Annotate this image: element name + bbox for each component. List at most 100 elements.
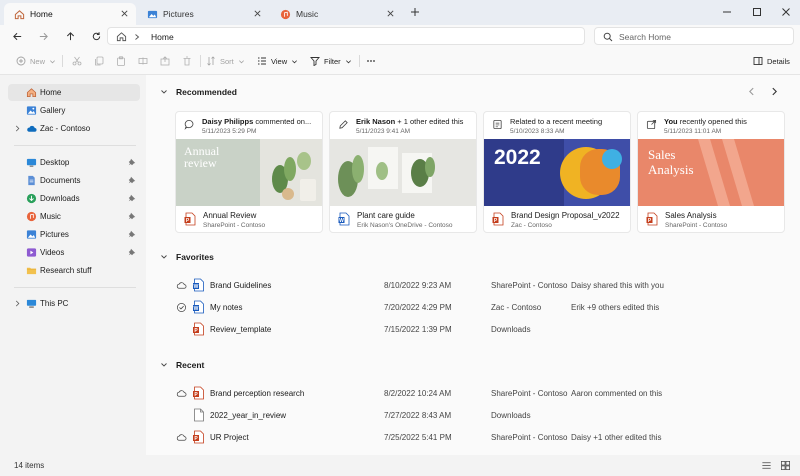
- file-location: SharePoint - Contoso: [491, 433, 568, 442]
- sidebar-item-desktop[interactable]: Desktop: [8, 154, 140, 171]
- tab-music[interactable]: Music: [270, 3, 402, 25]
- chevron-right-icon[interactable]: [14, 125, 21, 132]
- breadcrumb[interactable]: Home: [151, 32, 174, 42]
- pin-icon[interactable]: [128, 230, 136, 238]
- chevron-down-icon: [161, 90, 167, 94]
- pin-icon[interactable]: [128, 194, 136, 202]
- sidebar-item-label: Desktop: [40, 158, 70, 167]
- pin-icon[interactable]: [128, 158, 136, 166]
- file-date: 7/25/2022 5:41 PM: [384, 433, 452, 442]
- videos-icon: [26, 248, 37, 257]
- recommended-header[interactable]: Recommended: [160, 85, 237, 99]
- list-item[interactable]: P Brand perception research 8/2/2022 10:…: [156, 383, 796, 403]
- card-thumbnail: Sales Analysis: [638, 139, 784, 206]
- more-options-button[interactable]: [366, 54, 380, 68]
- arrow-up-icon: [66, 31, 74, 40]
- file-activity: Daisy shared this with you: [571, 281, 664, 290]
- file-date: 7/27/2022 8:43 AM: [384, 411, 452, 420]
- tiles-view-icon[interactable]: [780, 460, 791, 471]
- card-activity-text: commented on...: [253, 117, 312, 126]
- new-button[interactable]: New: [16, 54, 56, 68]
- sidebar-item-videos[interactable]: Videos: [8, 244, 140, 261]
- cut-button[interactable]: [72, 54, 86, 68]
- sidebar-item-zac-contoso[interactable]: Zac - Contoso: [8, 120, 140, 137]
- back-button[interactable]: [10, 29, 24, 43]
- list-item[interactable]: P Review_template 7/15/2022 1:39 PM Down…: [156, 319, 796, 339]
- sidebar-item-this-pc[interactable]: This PC: [8, 295, 140, 312]
- paste-button[interactable]: [116, 54, 130, 68]
- delete-button[interactable]: [182, 54, 196, 68]
- file-location: Zac - Contoso: [491, 303, 542, 312]
- chevron-right-icon[interactable]: [14, 300, 21, 307]
- sidebar-item-research-stuff[interactable]: Research stuff: [8, 262, 140, 279]
- minimize-button[interactable]: [720, 5, 734, 19]
- copy-button[interactable]: [94, 54, 108, 68]
- svg-text:W: W: [339, 218, 344, 224]
- recommended-card[interactable]: You recently opened this 5/11/2023 11:01…: [637, 111, 785, 233]
- file-name: UR Project: [210, 433, 249, 442]
- up-button[interactable]: [63, 29, 77, 43]
- sort-button[interactable]: Sort: [206, 54, 245, 68]
- sidebar-item-home[interactable]: Home: [8, 84, 140, 101]
- pin-icon[interactable]: [128, 248, 136, 256]
- chevron-down-icon: [345, 59, 351, 63]
- chevron-right-icon[interactable]: [770, 87, 779, 96]
- close-icon[interactable]: [386, 9, 395, 18]
- list-item[interactable]: W My notes 7/20/2022 4:29 PM Zac - Conto…: [156, 297, 796, 317]
- sidebar-item-gallery[interactable]: Gallery: [8, 102, 140, 119]
- card-thumbnail: Annual review: [176, 139, 322, 206]
- card-date: 5/11/2023 5:29 PM: [202, 128, 257, 135]
- refresh-button[interactable]: [89, 29, 103, 43]
- file-location: Downloads: [491, 325, 531, 334]
- address-bar[interactable]: Home: [107, 27, 585, 45]
- sidebar-item-downloads[interactable]: Downloads: [8, 190, 140, 207]
- close-icon[interactable]: [253, 9, 262, 18]
- filter-button[interactable]: Filter: [310, 54, 352, 68]
- tab-pictures[interactable]: Pictures: [137, 3, 269, 25]
- card-thumbnail: 2022: [484, 139, 630, 206]
- tab-label: Pictures: [163, 9, 194, 19]
- sidebar-item-music[interactable]: Music: [8, 208, 140, 225]
- view-label: View: [271, 56, 288, 66]
- recent-header[interactable]: Recent: [160, 358, 204, 372]
- card-location: SharePoint - Contoso: [665, 222, 728, 229]
- navigation-bar: Home Search Home: [0, 25, 800, 47]
- main-content: Recommended Daisy Philipps commented on.…: [146, 75, 800, 455]
- sidebar-item-pictures[interactable]: Pictures: [8, 226, 140, 243]
- powerpoint-file-icon: P: [193, 386, 204, 400]
- card-actor: Erik Nason: [356, 117, 396, 126]
- recommended-card[interactable]: Related to a recent meeting 5/10/2023 8:…: [483, 111, 631, 233]
- forward-button[interactable]: [36, 29, 50, 43]
- card-activity-text: recently opened this: [677, 117, 747, 126]
- list-item[interactable]: P UR Project 7/25/2022 5:41 PM SharePoin…: [156, 427, 796, 447]
- sidebar-item-documents[interactable]: Documents: [8, 172, 140, 189]
- chevron-down-icon: [50, 59, 55, 63]
- trash-icon: [183, 56, 191, 66]
- maximize-button[interactable]: [750, 5, 764, 19]
- pin-icon[interactable]: [128, 176, 136, 184]
- list-item[interactable]: W Brand Guidelines 8/10/2022 9:23 AM Sha…: [156, 275, 796, 295]
- list-item[interactable]: 2022_year_in_review 7/27/2022 8:43 AM Do…: [156, 405, 796, 425]
- more-icon: [367, 60, 375, 62]
- divider: [62, 55, 63, 67]
- chevron-left-icon[interactable]: [747, 87, 756, 96]
- rename-button[interactable]: [138, 54, 152, 68]
- new-tab-button[interactable]: [408, 5, 422, 19]
- item-count: 14 items: [14, 461, 45, 470]
- file-activity: Erik +9 others edited this: [571, 303, 660, 312]
- favorites-header[interactable]: Favorites: [160, 250, 214, 264]
- view-icon: [258, 57, 266, 65]
- tab-home[interactable]: Home: [4, 3, 136, 25]
- search-input[interactable]: Search Home: [619, 32, 671, 42]
- recommended-card[interactable]: Daisy Philipps commented on... 5/11/2023…: [175, 111, 323, 233]
- pin-icon[interactable]: [128, 212, 136, 220]
- details-view-icon[interactable]: [761, 460, 772, 471]
- share-button[interactable]: [160, 54, 174, 68]
- close-window-button[interactable]: [779, 5, 793, 19]
- details-button[interactable]: Details: [753, 54, 790, 68]
- view-button[interactable]: View: [257, 54, 298, 68]
- open-external-icon: [646, 119, 657, 130]
- recommended-card[interactable]: Erik Nason + 1 other edited this 5/11/20…: [329, 111, 477, 233]
- search-box[interactable]: Search Home: [594, 27, 794, 45]
- close-icon[interactable]: [120, 9, 129, 18]
